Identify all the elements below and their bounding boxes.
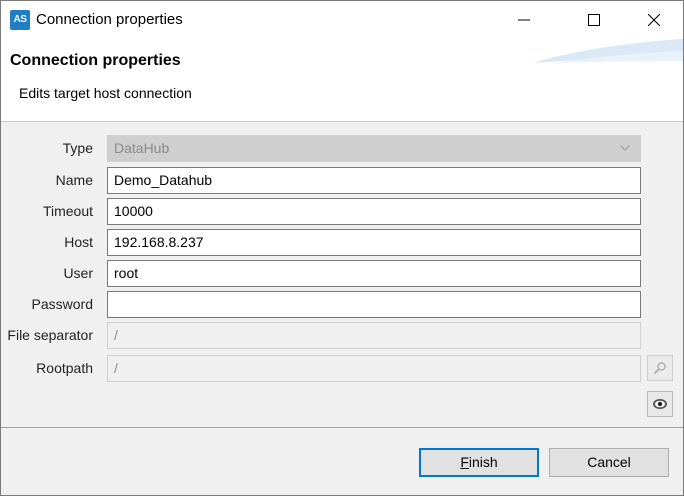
finish-label: inish [468, 454, 498, 470]
title-bar[interactable]: AS Connection properties [1, 1, 683, 39]
maximize-button[interactable] [571, 1, 617, 39]
file-separator-label: File separator [7, 327, 93, 343]
header-banner-graphic [533, 39, 683, 63]
finish-mnemonic: F [460, 454, 469, 470]
timeout-field[interactable]: 10000 [107, 198, 641, 225]
close-icon [648, 14, 660, 26]
minimize-button[interactable] [501, 1, 547, 39]
type-label: Type [62, 140, 93, 156]
footer-divider [1, 427, 683, 428]
page-description: Edits target host connection [19, 85, 192, 101]
cancel-button[interactable]: Cancel [549, 448, 669, 477]
name-field[interactable]: Demo_Datahub [107, 167, 641, 194]
chevron-down-icon [620, 145, 630, 151]
dialog-window: AS Connection properties Connection prop… [0, 0, 684, 496]
host-field[interactable]: 192.168.8.237 [107, 229, 641, 256]
password-label: Password [31, 296, 93, 312]
app-logo-icon: AS [10, 10, 30, 30]
name-label: Name [55, 172, 93, 188]
type-select[interactable]: DataHub [107, 135, 641, 162]
rootpath-label: Rootpath [36, 360, 93, 376]
finish-button[interactable]: Finish [419, 448, 539, 477]
window-title: Connection properties [36, 11, 183, 28]
user-field[interactable]: root [107, 260, 641, 287]
search-icon [653, 362, 666, 375]
close-button[interactable] [631, 1, 677, 39]
show-password-button[interactable] [647, 391, 673, 417]
browse-rootpath-button[interactable] [647, 355, 673, 381]
file-separator-field: / [107, 322, 641, 349]
type-select-value: DataHub [114, 140, 170, 156]
page-title: Connection properties [10, 52, 181, 69]
maximize-icon [588, 14, 600, 26]
minimize-icon [518, 19, 530, 21]
rootpath-field: / [107, 355, 641, 382]
user-label: User [63, 265, 93, 281]
host-label: Host [64, 234, 93, 250]
dialog-header: Connection properties Edits target host … [1, 39, 683, 122]
eye-icon [653, 399, 667, 409]
timeout-label: Timeout [42, 203, 93, 219]
password-field[interactable] [107, 291, 641, 318]
